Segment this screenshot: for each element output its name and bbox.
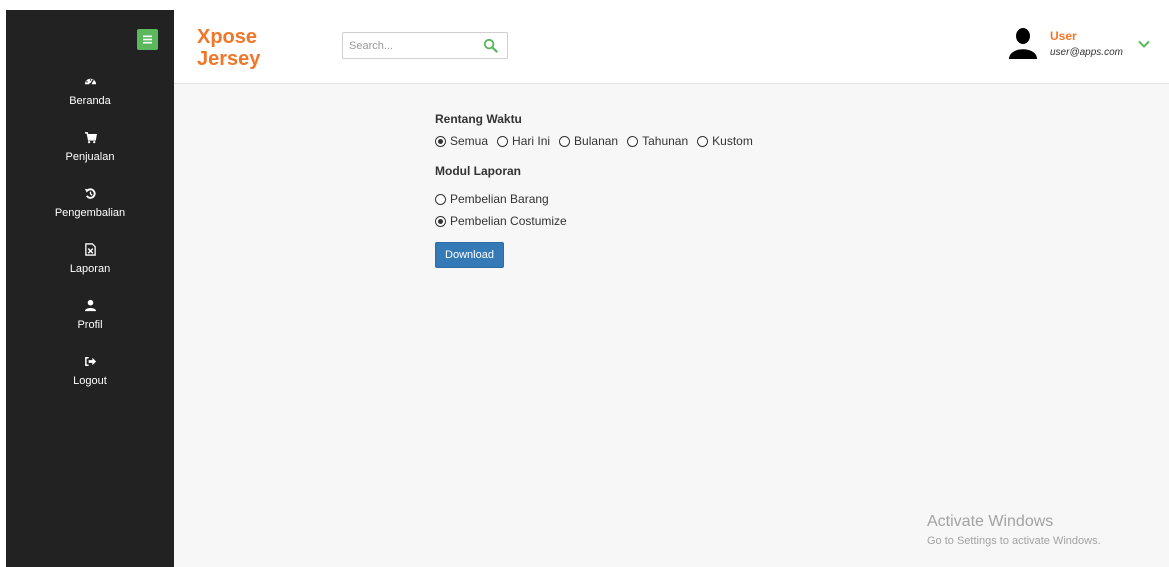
sidebar-item-label: Logout <box>73 375 107 387</box>
radio-button[interactable] <box>559 135 571 147</box>
sidebar-item-pengembalian[interactable]: Pengembalian <box>6 184 174 240</box>
logout-icon <box>84 357 96 366</box>
range-options: Semua Hari Ini Bulanan Tahunan Kustom <box>435 134 935 148</box>
sidebar-item-penjualan[interactable]: Penjualan <box>6 128 174 184</box>
range-option-hari-ini[interactable]: Hari Ini <box>497 134 550 148</box>
download-button[interactable]: Download <box>435 242 504 268</box>
module-option-label: Pembelian Costumize <box>450 214 567 228</box>
search-input[interactable] <box>349 37 479 55</box>
range-option-label: Kustom <box>712 134 753 148</box>
windows-activation-watermark: Activate Windows Go to Settings to activ… <box>927 513 1101 547</box>
user-email: user@apps.com <box>1050 47 1123 58</box>
range-option-bulanan[interactable]: Bulanan <box>559 134 618 148</box>
radio-button[interactable] <box>435 215 446 227</box>
radio-button[interactable] <box>627 135 639 147</box>
radio-button[interactable] <box>497 135 509 147</box>
radio-button[interactable] <box>435 135 446 147</box>
sidebar-item-laporan[interactable]: Laporan <box>6 240 174 296</box>
app-frame: Beranda Penjualan Pengembalian Laporan P… <box>6 10 1169 567</box>
user-name: User <box>1050 29 1077 43</box>
cart-icon <box>84 132 97 144</box>
range-option-semua[interactable]: Semua <box>435 134 488 148</box>
sidebar-item-beranda[interactable]: Beranda <box>6 72 174 128</box>
sidebar-nav: Beranda Penjualan Pengembalian Laporan P… <box>6 72 174 408</box>
brand-line-2: Jersey <box>197 48 261 70</box>
avatar-icon <box>1009 28 1037 59</box>
sidebar-item-label: Penjualan <box>65 151 115 163</box>
range-option-label: Semua <box>450 134 489 148</box>
sidebar-item-label: Laporan <box>69 263 111 275</box>
watermark-title: Activate Windows <box>927 513 1054 530</box>
module-option-label: Pembelian Barang <box>450 192 549 206</box>
range-option-label: Hari Ini <box>512 134 551 148</box>
undo-icon <box>84 188 96 199</box>
module-title: Modul Laporan <box>435 164 521 178</box>
module-option-pembelian-barang[interactable]: Pembelian Barang <box>435 192 926 206</box>
sidebar-item-label: Beranda <box>69 95 111 107</box>
search-box <box>342 32 508 59</box>
search-icon[interactable] <box>483 38 498 53</box>
sidebar-item-label: Pengembalian <box>54 207 126 219</box>
user-icon <box>84 299 96 312</box>
hamburger-icon <box>143 35 152 44</box>
range-option-kustom[interactable]: Kustom <box>697 134 753 148</box>
sidebar-item-profil[interactable]: Profil <box>6 296 174 352</box>
excel-file-icon <box>84 243 96 256</box>
sidebar: Beranda Penjualan Pengembalian Laporan P… <box>6 10 174 567</box>
range-option-label: Bulanan <box>574 134 619 148</box>
watermark-subtitle: Go to Settings to activate Windows. <box>927 535 1101 547</box>
brand-logo[interactable]: Xpose Jersey <box>197 26 287 70</box>
report-form: Rentang Waktu Semua Hari Ini Bulanan Tah… <box>435 112 935 268</box>
brand-line-1: Xpose <box>197 26 258 48</box>
module-option-pembelian-costumize[interactable]: Pembelian Costumize <box>435 214 926 228</box>
chevron-down-icon[interactable] <box>1138 40 1150 49</box>
sidebar-item-label: Profil <box>77 319 103 331</box>
module-options: Pembelian Barang Pembelian Costumize <box>435 192 935 228</box>
range-option-label: Tahunan <box>642 134 689 148</box>
radio-button[interactable] <box>697 135 709 147</box>
sidebar-item-logout[interactable]: Logout <box>6 352 174 408</box>
dashboard-icon <box>84 78 96 86</box>
top-header: Xpose Jersey User user@apps.com <box>174 10 1169 84</box>
range-option-tahunan[interactable]: Tahunan <box>627 134 688 148</box>
user-menu[interactable]: User user@apps.com <box>1004 22 1154 72</box>
radio-button[interactable] <box>435 193 446 205</box>
range-title: Rentang Waktu <box>435 112 522 126</box>
menu-toggle-button[interactable] <box>137 29 158 50</box>
